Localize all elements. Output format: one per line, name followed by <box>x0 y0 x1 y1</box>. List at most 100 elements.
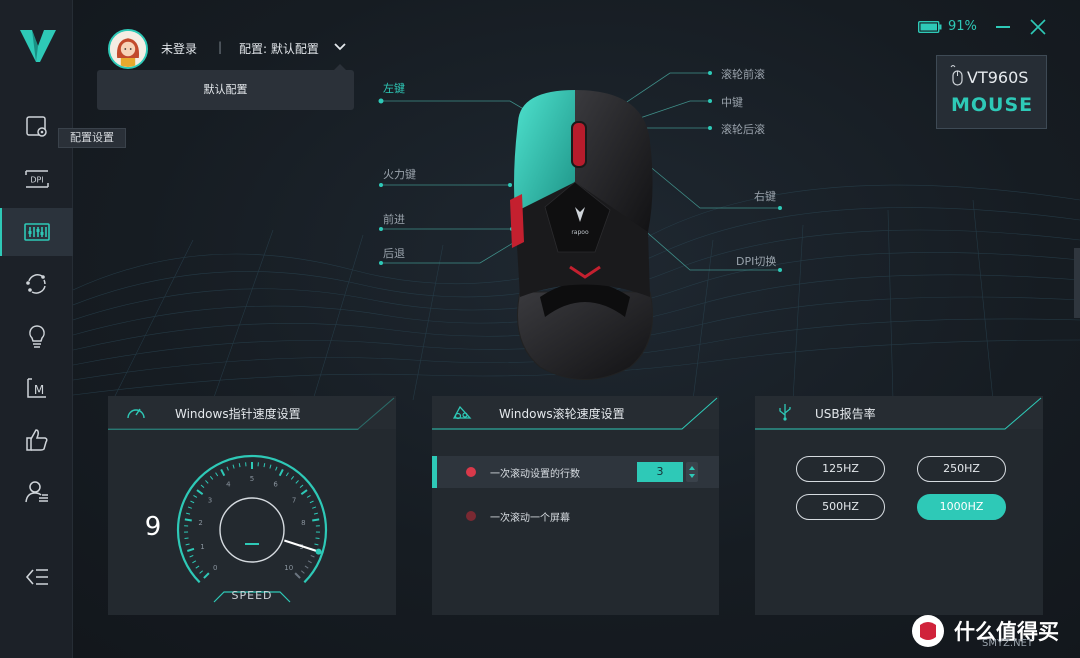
minimize-button[interactable] <box>996 26 1010 28</box>
gauge-tick-label: 10 <box>284 564 293 572</box>
speed-value: 9 <box>144 512 162 542</box>
gauge-tick <box>220 468 226 477</box>
pointer-speed-title: Windows指针速度设置 <box>175 407 301 421</box>
gauge-tick-label: 3 <box>208 496 212 504</box>
radio-unselected-dot[interactable] <box>466 511 476 521</box>
gauge-tick-label: 8 <box>301 519 305 527</box>
gauge-tick-label: 4 <box>226 481 231 489</box>
collapse-sidebar-icon[interactable] <box>25 568 49 586</box>
speed-label: SPEED <box>231 589 273 602</box>
gauge-tick <box>215 472 219 477</box>
chevron-down-icon[interactable] <box>333 42 347 52</box>
callout-back[interactable]: 后退 <box>383 245 405 261</box>
scroll-option-lines-label: 一次滚动设置的行数 <box>490 469 580 480</box>
gauge-tick <box>199 570 204 574</box>
scroll-lines-stepper[interactable] <box>686 462 698 482</box>
rate-250hz-button[interactable]: 250HZ <box>917 456 1006 482</box>
callout-middle-click[interactable]: 中键 <box>721 94 743 110</box>
gauge-tick <box>315 537 320 540</box>
callout-dpi-switch[interactable]: DPI切换 <box>736 253 776 269</box>
usb-report-rate-title: USB报告率 <box>815 407 876 421</box>
gauge-tick <box>187 506 192 509</box>
gauge-tick <box>278 468 284 477</box>
speedometer-icon <box>127 408 145 419</box>
macro-icon: M <box>26 378 46 398</box>
profile-dropdown: 默认配置 <box>97 64 354 110</box>
gauge-tick <box>313 512 318 515</box>
scroll-option-screen-label: 一次滚动一个屏幕 <box>490 513 570 524</box>
scrollbar[interactable] <box>1074 248 1080 318</box>
dpi-icon: DPI <box>24 170 49 188</box>
callout-right-click[interactable]: 右键 <box>754 188 776 204</box>
mouse-brand-label: rapoo <box>571 229 589 236</box>
login-status[interactable]: 未登录 <box>161 40 197 57</box>
gauge-tick <box>195 565 200 569</box>
rate-125hz-button[interactable]: 125HZ <box>796 456 885 482</box>
gauge-tick <box>300 489 308 495</box>
gauge-tick <box>294 572 301 579</box>
header-separator: | <box>218 40 223 54</box>
battery-icon <box>918 21 942 33</box>
gauge-tick <box>263 463 266 468</box>
sidebar-item-lighting[interactable] <box>0 312 73 360</box>
gauge-tick <box>203 572 210 579</box>
gauge-tick-label: 7 <box>292 496 296 504</box>
gauge-tick <box>312 506 317 509</box>
thumbs-up-icon <box>25 429 48 451</box>
scroll-lines-input[interactable]: 3 <box>637 462 683 482</box>
gauge-tick <box>290 475 295 480</box>
gauge-tick <box>309 500 314 504</box>
device-type-label: MOUSE <box>951 94 1034 116</box>
user-avatar[interactable] <box>108 29 148 69</box>
sidebar-item-thumbs[interactable] <box>0 416 73 464</box>
callout-left-click[interactable]: 左键 <box>383 80 405 96</box>
scroll-wheel-icon <box>452 405 472 420</box>
sidebar-item-keys[interactable] <box>0 208 73 256</box>
sync-icon <box>25 274 46 294</box>
user-profile-icon <box>24 481 48 503</box>
callout-scroll-up[interactable]: 滚轮前滚 <box>721 66 765 82</box>
sidebar-item-macro[interactable]: M <box>0 364 73 412</box>
callout-scroll-down[interactable]: 滚轮后滚 <box>721 121 765 137</box>
device-model-name: VT960S <box>967 68 1029 87</box>
dpi-icon-label: DPI <box>30 176 43 185</box>
callout-forward[interactable]: 前进 <box>383 211 405 227</box>
gauge-tick <box>285 472 289 477</box>
gauge-tick <box>205 480 209 484</box>
mouse-illustration: rapoo <box>510 90 653 380</box>
speed-gauge[interactable]: 012345678910 <box>174 452 330 608</box>
sidebar-item-dpi[interactable]: DPI <box>0 155 73 203</box>
gauge-tick-label: 2 <box>198 519 202 527</box>
sidebar: DPI M <box>0 0 73 658</box>
rate-1000hz-button[interactable]: 1000HZ <box>917 494 1006 520</box>
gauge-tick-label: 1 <box>200 543 204 551</box>
sidebar-item-sync[interactable] <box>0 260 73 308</box>
dropdown-item-default-profile[interactable]: 默认配置 <box>97 70 354 110</box>
gauge-tick <box>209 475 214 480</box>
scroll-option-screen[interactable]: 一次滚动一个屏幕 <box>432 500 719 532</box>
gauge-tick <box>184 537 189 540</box>
gauge-tick-label: 5 <box>250 475 254 483</box>
battery-percent: 91% <box>948 19 977 34</box>
gauge-tick <box>307 560 312 564</box>
radio-selected-dot[interactable] <box>466 467 476 477</box>
profile-selector[interactable]: 配置: 默认配置 <box>239 40 319 57</box>
gauge-tick <box>186 512 191 515</box>
app-window: DPI M 配置设置 未登录 | 配置: 默认配置 默认配置 91% VT960… <box>0 0 1080 658</box>
sidebar-item-profile[interactable] <box>0 468 73 516</box>
close-icon[interactable] <box>1030 19 1046 35</box>
avatar-character-icon <box>110 31 146 67</box>
wireless-mouse-icon <box>950 65 963 86</box>
gauge-tick <box>185 543 190 546</box>
watermark-logo-icon <box>912 615 944 647</box>
gauge-tick <box>193 494 198 498</box>
gauge-tick <box>200 484 205 489</box>
gauge-needle-tip[interactable] <box>315 548 322 555</box>
gauge-tick <box>314 543 319 546</box>
watermark: 什么值得买 SMYZ.NET <box>908 611 1080 651</box>
scroll-option-lines[interactable]: 一次滚动设置的行数 3 <box>432 456 719 488</box>
rate-500hz-button[interactable]: 500HZ <box>796 494 885 520</box>
callout-fire-key[interactable]: 火力键 <box>383 166 416 182</box>
usb-icon <box>779 404 791 421</box>
macro-icon-label: M <box>33 383 43 397</box>
